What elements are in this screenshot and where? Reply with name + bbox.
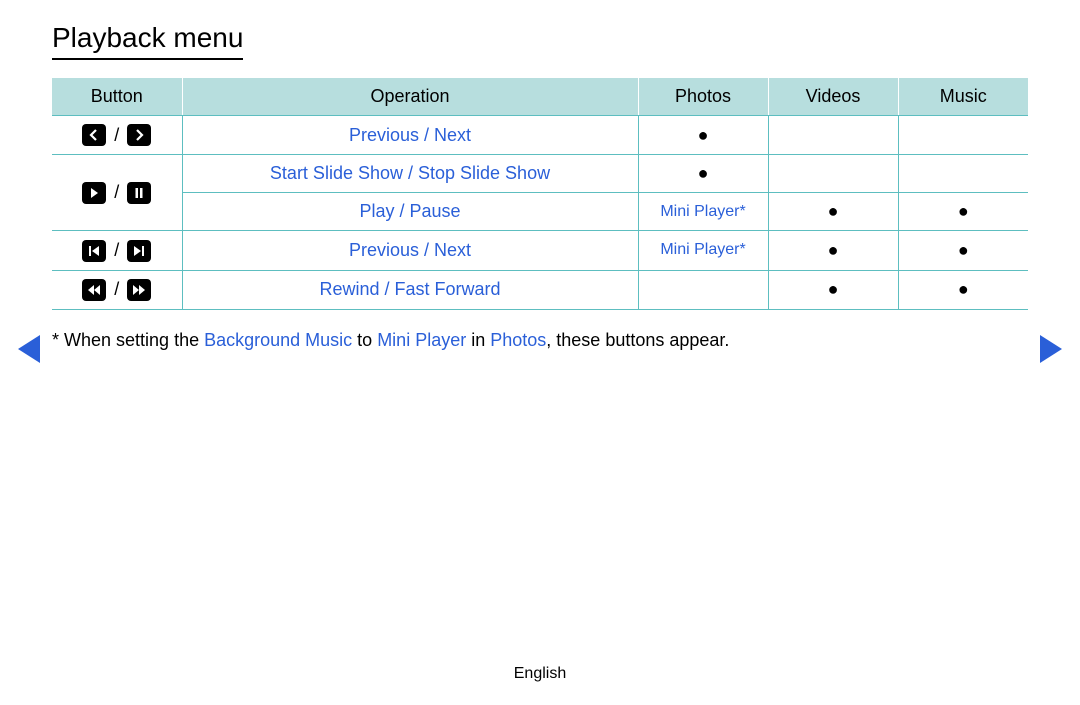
footer-language: English (0, 665, 1080, 683)
dot-icon: ● (958, 279, 969, 299)
table-row: / Previous / Next Mini Player* ● ● (52, 231, 1028, 270)
footnote-link-miniplayer: Mini Player (377, 330, 466, 350)
cell-photos: ● (638, 155, 768, 193)
dot-icon: ● (828, 240, 839, 260)
dot-icon: ● (958, 240, 969, 260)
chevron-left-icon (82, 124, 106, 146)
cell-op-prevnext2: Previous / Next (182, 231, 638, 270)
playback-table: Button Operation Photos Videos Music / (52, 78, 1028, 310)
cell-buttons-skip: / (52, 231, 182, 270)
table-row: / Rewind / Fast Forward ● ● (52, 270, 1028, 309)
slash-icon: / (111, 279, 122, 300)
table-header-row: Button Operation Photos Videos Music (52, 78, 1028, 116)
nav-prev-button[interactable] (18, 335, 40, 363)
header-operation: Operation (182, 78, 638, 116)
cell-op-playpause: Play / Pause (182, 193, 638, 231)
table-row: / Previous / Next ● (52, 116, 1028, 155)
footnote-text: * When setting the (52, 330, 204, 350)
footnote-link-photos: Photos (490, 330, 546, 350)
cell-videos: ● (768, 193, 898, 231)
dot-icon: ● (698, 125, 709, 145)
cell-op-prevnext: Previous / Next (182, 116, 638, 155)
cell-buttons-rwff: / (52, 270, 182, 309)
dot-icon: ● (698, 163, 709, 183)
slash-icon: / (111, 125, 122, 146)
cell-music: ● (898, 270, 1028, 309)
slash-icon: / (111, 182, 122, 203)
table-row: / Start Slide Show / Stop Slide Show ● (52, 155, 1028, 193)
cell-music (898, 116, 1028, 155)
cell-photos (638, 270, 768, 309)
pause-icon (127, 182, 151, 204)
cell-videos: ● (768, 270, 898, 309)
cell-music (898, 155, 1028, 193)
header-music: Music (898, 78, 1028, 116)
cell-videos: ● (768, 231, 898, 270)
table-row: Play / Pause Mini Player* ● ● (52, 193, 1028, 231)
play-icon (82, 182, 106, 204)
cell-buttons-chevron: / (52, 116, 182, 155)
cell-videos (768, 116, 898, 155)
dot-icon: ● (958, 201, 969, 221)
fast-forward-icon (127, 279, 151, 301)
cell-photos: ● (638, 116, 768, 155)
footnote-text: , these buttons appear. (546, 330, 729, 350)
nav-next-button[interactable] (1040, 335, 1062, 363)
page-title: Playback menu (52, 22, 243, 60)
slash-icon: / (111, 240, 122, 261)
footnote: * When setting the Background Music to M… (52, 330, 1028, 351)
footnote-text: to (352, 330, 377, 350)
skip-next-icon (127, 240, 151, 262)
cell-music: ● (898, 231, 1028, 270)
cell-photos-mini: Mini Player* (638, 231, 768, 270)
skip-prev-icon (82, 240, 106, 262)
cell-op-rwff: Rewind / Fast Forward (182, 270, 638, 309)
header-button: Button (52, 78, 182, 116)
cell-buttons-playpause: / (52, 155, 182, 231)
dot-icon: ● (828, 279, 839, 299)
chevron-right-icon (127, 124, 151, 146)
header-videos: Videos (768, 78, 898, 116)
footnote-link-bgmusic: Background Music (204, 330, 352, 350)
cell-photos-mini: Mini Player* (638, 193, 768, 231)
header-photos: Photos (638, 78, 768, 116)
dot-icon: ● (828, 201, 839, 221)
cell-music: ● (898, 193, 1028, 231)
cell-videos (768, 155, 898, 193)
rewind-icon (82, 279, 106, 301)
footnote-text: in (466, 330, 490, 350)
cell-op-slideshow: Start Slide Show / Stop Slide Show (182, 155, 638, 193)
